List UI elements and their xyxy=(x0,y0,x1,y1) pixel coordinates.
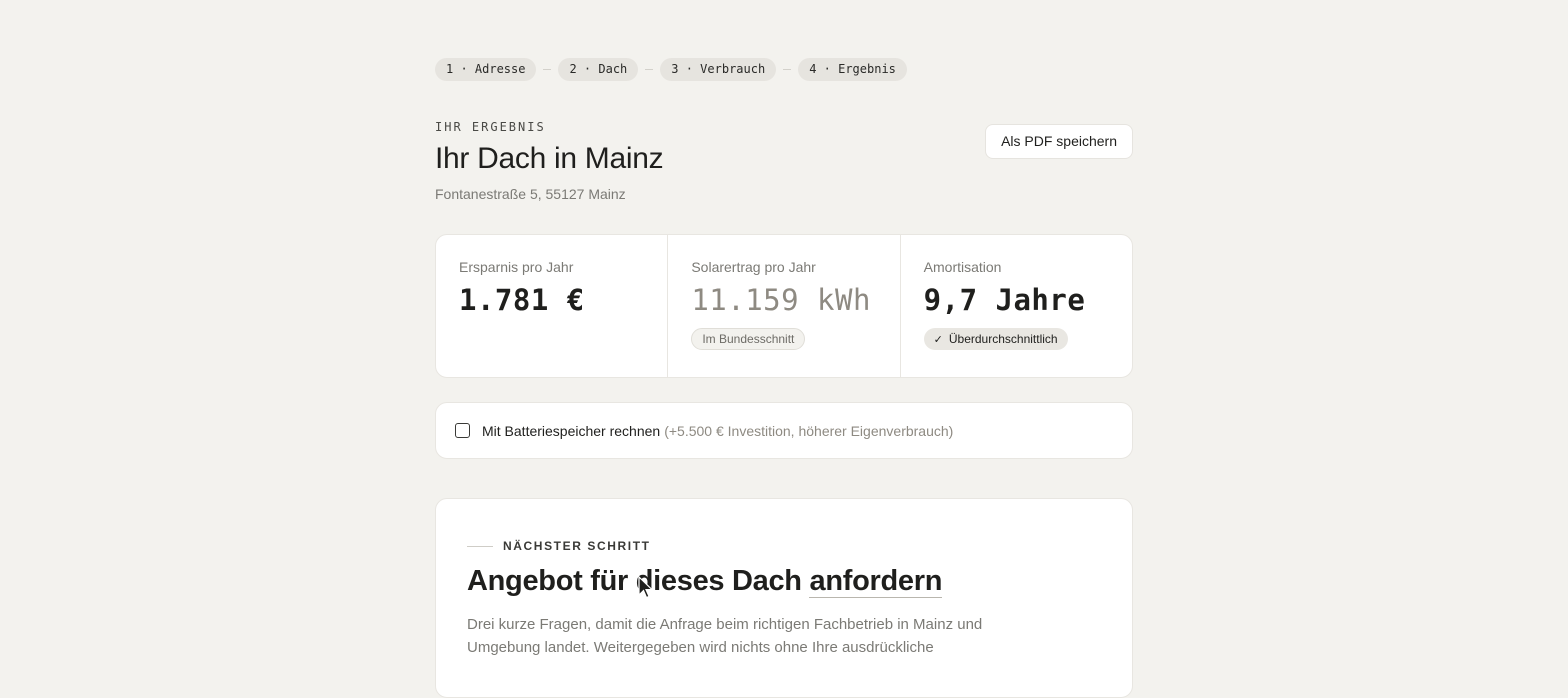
badge-label: Überdurchschnittlich xyxy=(948,332,1058,346)
metric-value: 1.781 € xyxy=(459,283,585,317)
step-result[interactable]: 4 · Ergebnis xyxy=(798,58,907,81)
metric-value: 11.159 kWh xyxy=(691,283,871,317)
step-roof[interactable]: 2 · Dach xyxy=(558,58,639,81)
status-badge: ✓ Überdurchschnittlich xyxy=(923,328,1068,350)
battery-label[interactable]: Mit Batteriespeicher rechnen xyxy=(482,423,660,439)
divider xyxy=(467,545,493,547)
check-icon: ✓ xyxy=(933,333,943,346)
step-separator xyxy=(543,69,552,70)
status-badge: Im Bundesschnitt xyxy=(691,328,806,350)
address-text: Fontanestraße 5, 55127 Mainz xyxy=(435,186,626,202)
battery-hint: (+5.500 € Investition, höherer Eigenverb… xyxy=(664,422,954,439)
next-step-eyebrow: NÄCHSTER SCHRITT xyxy=(467,539,651,553)
metric-solar-yield: Solarertrag pro Jahr 11.159 kWh Im Bunde… xyxy=(668,235,901,377)
metrics-card: Ersparnis pro Jahr 1.781 € Solarertrag p… xyxy=(435,234,1133,378)
battery-option[interactable]: Mit Batteriespeicher rechnen (+5.500 € I… xyxy=(435,402,1133,459)
next-step-description: Drei kurze Fragen, damit die Anfrage bei… xyxy=(467,616,983,656)
step-separator xyxy=(645,69,654,70)
metric-value: 9,7 Jahre xyxy=(923,283,1086,317)
badge-label: Im Bundesschnitt xyxy=(702,332,795,346)
page-title: Ihr Dach in Mainz xyxy=(435,142,664,175)
next-step-eyebrow-label: NÄCHSTER SCHRITT xyxy=(503,539,651,553)
mouse-cursor-icon xyxy=(638,576,654,599)
next-step-card: NÄCHSTER SCHRITT Angebot für dieses Dach… xyxy=(435,498,1133,698)
step-separator xyxy=(783,69,792,70)
battery-checkbox[interactable] xyxy=(455,423,470,438)
step-consumption[interactable]: 3 · Verbrauch xyxy=(660,58,777,81)
result-eyebrow: IHR ERGEBNIS xyxy=(435,120,546,134)
metric-label: Ersparnis pro Jahr xyxy=(459,259,574,275)
request-offer-link[interactable]: anfordern xyxy=(809,565,942,598)
next-step-title: Angebot für dieses Dach anfordern xyxy=(467,565,942,598)
metric-label: Amortisation xyxy=(923,259,1002,275)
save-pdf-button[interactable]: Als PDF speichern xyxy=(985,124,1133,159)
step-indicator: 1 · Adresse 2 · Dach 3 · Verbrauch 4 · E… xyxy=(435,58,907,81)
step-address[interactable]: 1 · Adresse xyxy=(435,58,537,81)
metric-label: Solarertrag pro Jahr xyxy=(691,259,816,275)
metric-amortization: Amortisation 9,7 Jahre ✓ Überdurchschnit… xyxy=(901,235,1132,377)
metric-savings: Ersparnis pro Jahr 1.781 € xyxy=(436,235,669,377)
